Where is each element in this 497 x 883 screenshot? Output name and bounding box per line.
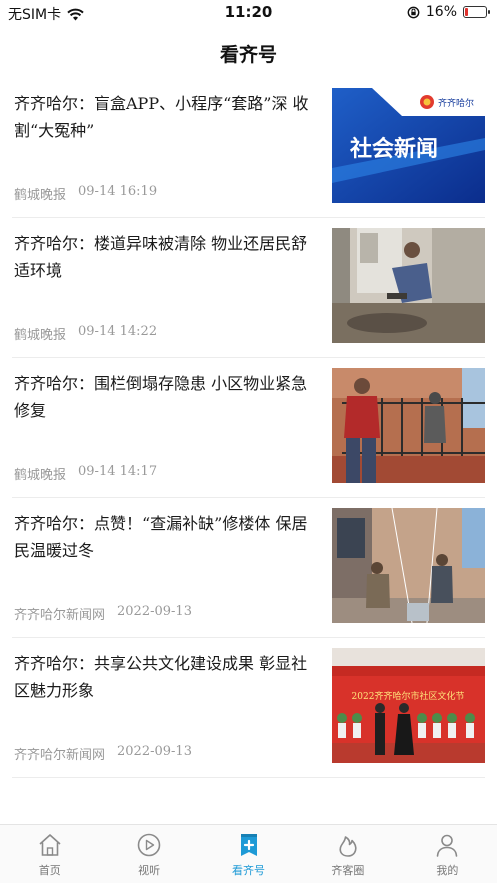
news-meta: 齐齐哈尔新闻网 2022-09-13 [14,744,192,763]
culture-festival-photo: 2022齐齐哈尔市社区文化节 [332,648,485,763]
news-date: 2022-09-13 [117,604,192,619]
hallway-cleaning-photo [332,228,485,343]
news-thumbnail[interactable] [332,228,485,343]
news-source: 鹤城晚报 [14,328,67,343]
tab-kanqihao[interactable]: 看齐号 [199,825,298,883]
news-meta: 鹤城晚报 09-14 16:19 [14,184,157,203]
news-date: 09-14 14:17 [78,464,158,479]
news-meta: 鹤城晚报 09-14 14:17 [14,464,157,483]
news-source: 齐齐哈尔新闻网 [14,748,106,763]
logo-text: 齐齐哈尔 [438,97,474,109]
news-date: 2022-09-13 [117,744,192,759]
battery-icon [463,6,490,18]
banner-text: 社会新闻 [350,136,438,162]
tab-label: 首页 [38,864,61,877]
news-thumbnail[interactable]: 齐齐哈尔 社会新闻 [332,88,485,203]
festival-banner-text: 2022齐齐哈尔市社区文化节 [352,690,465,702]
fence-repair-photo [332,368,485,483]
battery-percent: 16% [425,4,457,20]
home-icon [39,834,61,856]
news-thumbnail[interactable] [332,508,485,623]
news-thumbnail[interactable] [332,368,485,483]
news-title[interactable]: 齐齐哈尔：楼道异味被清除 物业还居民舒适环境 [14,230,314,284]
play-icon [137,833,161,857]
news-title[interactable]: 齐齐哈尔：共享公共文化建设成果 彰显社区魅力形象 [14,650,314,704]
tab-home[interactable]: 首页 [0,825,99,883]
news-item[interactable]: 齐齐哈尔：盲盒APP、小程序“套路”深 收割“大冤种” 鹤城晚报 09-14 1… [12,78,485,218]
news-source: 鹤城晚报 [14,188,67,203]
news-list: 齐齐哈尔：盲盒APP、小程序“套路”深 收割“大冤种” 鹤城晚报 09-14 1… [0,78,497,778]
page-title: 看齐号 [219,44,277,66]
news-date: 09-14 14:22 [78,324,158,339]
news-meta: 齐齐哈尔新闻网 2022-09-13 [14,604,192,623]
news-source: 鹤城晚报 [14,468,67,483]
battery-level-fill [465,8,468,16]
news-thumbnail[interactable]: 2022齐齐哈尔市社区文化节 [332,648,485,763]
user-icon [437,834,458,857]
news-title[interactable]: 齐齐哈尔：点赞！“查漏补缺”修楼体 保居民温暖过冬 [14,510,314,564]
social-news-banner-image: 齐齐哈尔 社会新闻 [332,88,485,203]
tab-label: 齐客圈 [331,864,365,877]
tab-label: 视听 [138,864,161,877]
orientation-lock-icon [407,6,420,18]
news-meta: 鹤城晚报 09-14 14:22 [14,324,157,343]
status-bar: 无SIM卡 11:20 16% [0,0,497,26]
flame-icon [339,836,357,857]
tab-label: 看齐号 [232,864,266,877]
tab-qikequan[interactable]: 齐客圈 [298,825,397,883]
bottom-tab-bar: 首页 视听 看齐号 齐客圈 我的 [0,824,497,883]
building-repair-photo [332,508,485,623]
news-date: 09-14 16:19 [78,184,158,199]
news-item[interactable]: 齐齐哈尔：点赞！“查漏补缺”修楼体 保居民温暖过冬 齐齐哈尔新闻网 2022-0… [12,498,485,638]
tab-mine[interactable]: 我的 [398,825,497,883]
battery-area: 16% [407,4,490,20]
tab-video[interactable]: 视听 [99,825,198,883]
news-title[interactable]: 齐齐哈尔：围栏倒塌存隐患 小区物业紧急修复 [14,370,314,424]
news-source: 齐齐哈尔新闻网 [14,608,106,623]
news-item[interactable]: 齐齐哈尔：楼道异味被清除 物业还居民舒适环境 鹤城晚报 09-14 14:22 [12,218,485,358]
add-doc-icon [240,834,257,856]
news-item[interactable]: 齐齐哈尔：围栏倒塌存隐患 小区物业紧急修复 鹤城晚报 09-14 14:17 [12,358,485,498]
news-item[interactable]: 齐齐哈尔：共享公共文化建设成果 彰显社区魅力形象 齐齐哈尔新闻网 2022-09… [12,638,485,778]
tab-label: 我的 [436,864,459,877]
news-title[interactable]: 齐齐哈尔：盲盒APP、小程序“套路”深 收割“大冤种” [14,90,314,144]
